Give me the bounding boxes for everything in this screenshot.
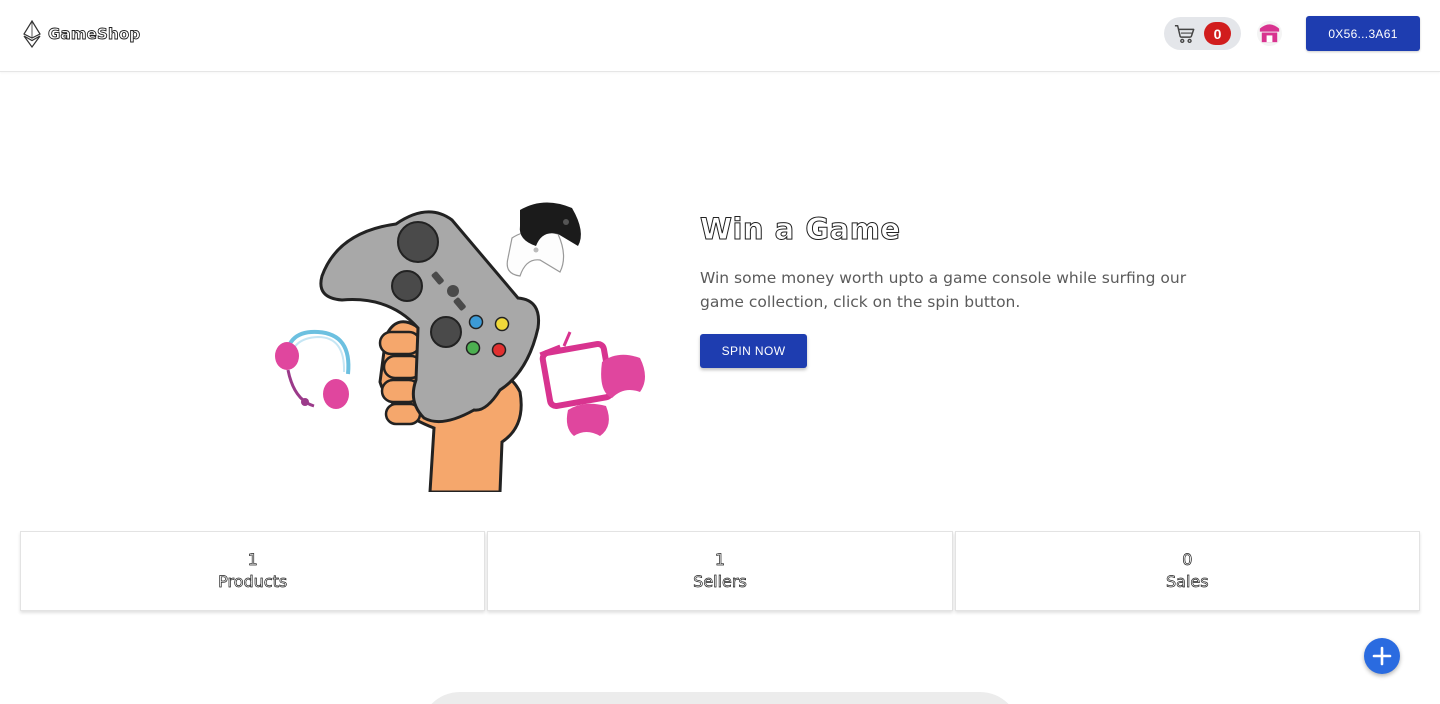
wallet-address-button[interactable]: 0X56...3A61 bbox=[1306, 16, 1420, 51]
cart-count-badge: 0 bbox=[1204, 22, 1231, 45]
ethereum-logo-icon bbox=[23, 20, 41, 48]
gaming-controller-illustration bbox=[275, 202, 645, 492]
stat-card-sellers: 1 Sellers bbox=[487, 531, 953, 611]
stat-value: 1 bbox=[714, 550, 726, 570]
stat-label: Sellers bbox=[693, 572, 747, 592]
spin-now-button[interactable]: SPIN NOW bbox=[700, 334, 807, 368]
stat-value: 0 bbox=[1182, 550, 1193, 570]
stat-label: Products bbox=[218, 572, 288, 592]
top-navbar: GameShop 0 0X56...3A61 bbox=[0, 0, 1440, 72]
brand-name: GameShop bbox=[48, 25, 141, 44]
retro-tv-image bbox=[539, 331, 645, 436]
cart-icon bbox=[1174, 24, 1195, 43]
store-avatar-icon[interactable] bbox=[1256, 20, 1283, 47]
white-controller-image bbox=[506, 202, 581, 277]
bottom-panel-edge bbox=[420, 692, 1020, 704]
add-product-button[interactable] bbox=[1364, 638, 1400, 674]
stat-card-products: 1 Products bbox=[20, 531, 486, 611]
stat-value: 1 bbox=[247, 550, 258, 570]
brand[interactable]: GameShop bbox=[22, 20, 141, 48]
headset-image bbox=[275, 329, 351, 409]
cart-button[interactable]: 0 bbox=[1164, 17, 1241, 50]
stat-label: Sales bbox=[1166, 572, 1209, 592]
hero-title: Win a Game bbox=[700, 212, 901, 247]
stat-card-sales: 0 Sales bbox=[954, 531, 1420, 611]
stats-row: 1 Products 1 Sellers 0 Sales bbox=[20, 531, 1420, 611]
plus-icon bbox=[1372, 646, 1392, 666]
hero-description: Win some money worth upto a game console… bbox=[700, 269, 1187, 311]
